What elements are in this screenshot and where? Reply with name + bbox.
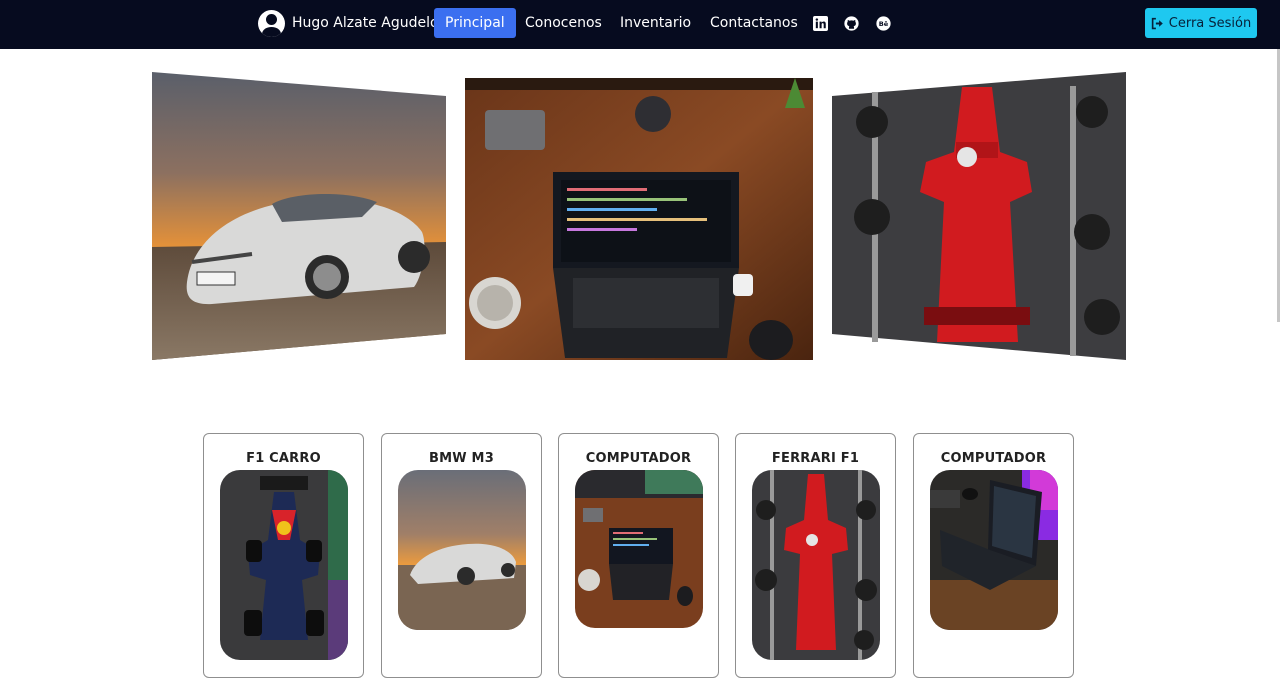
product-card-bmw-m3[interactable]: BMW M3 (381, 433, 542, 678)
hero-image-ferrari (832, 72, 1126, 360)
product-card-computador[interactable]: COMPUTADOR (558, 433, 719, 678)
linkedin-icon[interactable] (813, 16, 828, 31)
product-card-ferrari-f1[interactable]: FERRARI F1 (735, 433, 896, 678)
logout-label: Cerra Sesión (1168, 15, 1252, 31)
nav-link-conocenos[interactable]: Conocenos (514, 8, 613, 38)
hero-image-bmw (152, 72, 446, 360)
card-title: BMW M3 (429, 451, 494, 466)
card-image-bmw-m3 (398, 470, 526, 630)
behance-glyph: Bē (879, 20, 889, 28)
top-navbar: Hugo Alzate Agudelo Principal Conocenos … (0, 0, 1280, 49)
nav-link-inventario[interactable]: Inventario (609, 8, 702, 38)
card-title: F1 CARRO (246, 451, 321, 466)
behance-icon[interactable]: Bē (876, 16, 891, 31)
user-profile[interactable]: Hugo Alzate Agudelo (258, 9, 439, 37)
user-avatar-icon (258, 9, 285, 37)
card-title: COMPUTADOR (940, 451, 1047, 466)
product-card-f1-carro[interactable]: F1 CARRO (203, 433, 364, 678)
card-image-laptop-desk (575, 470, 703, 628)
logout-button[interactable]: Cerra Sesión (1145, 8, 1257, 38)
card-image-gaming-laptop (930, 470, 1058, 630)
card-image-ferrari-f1 (752, 470, 880, 660)
github-icon[interactable] (844, 16, 859, 31)
product-card-computador-2[interactable]: COMPUTADOR (913, 433, 1074, 678)
user-name: Hugo Alzate Agudelo (292, 15, 439, 31)
card-title: COMPUTADOR (585, 451, 692, 466)
card-image-red-bull-f1 (220, 470, 348, 660)
hero-image-laptop (465, 78, 813, 360)
nav-link-principal[interactable]: Principal (434, 8, 516, 38)
card-title: FERRARI F1 (771, 451, 860, 466)
sign-out-icon (1151, 17, 1163, 29)
nav-link-contactanos[interactable]: Contactanos (699, 8, 809, 38)
